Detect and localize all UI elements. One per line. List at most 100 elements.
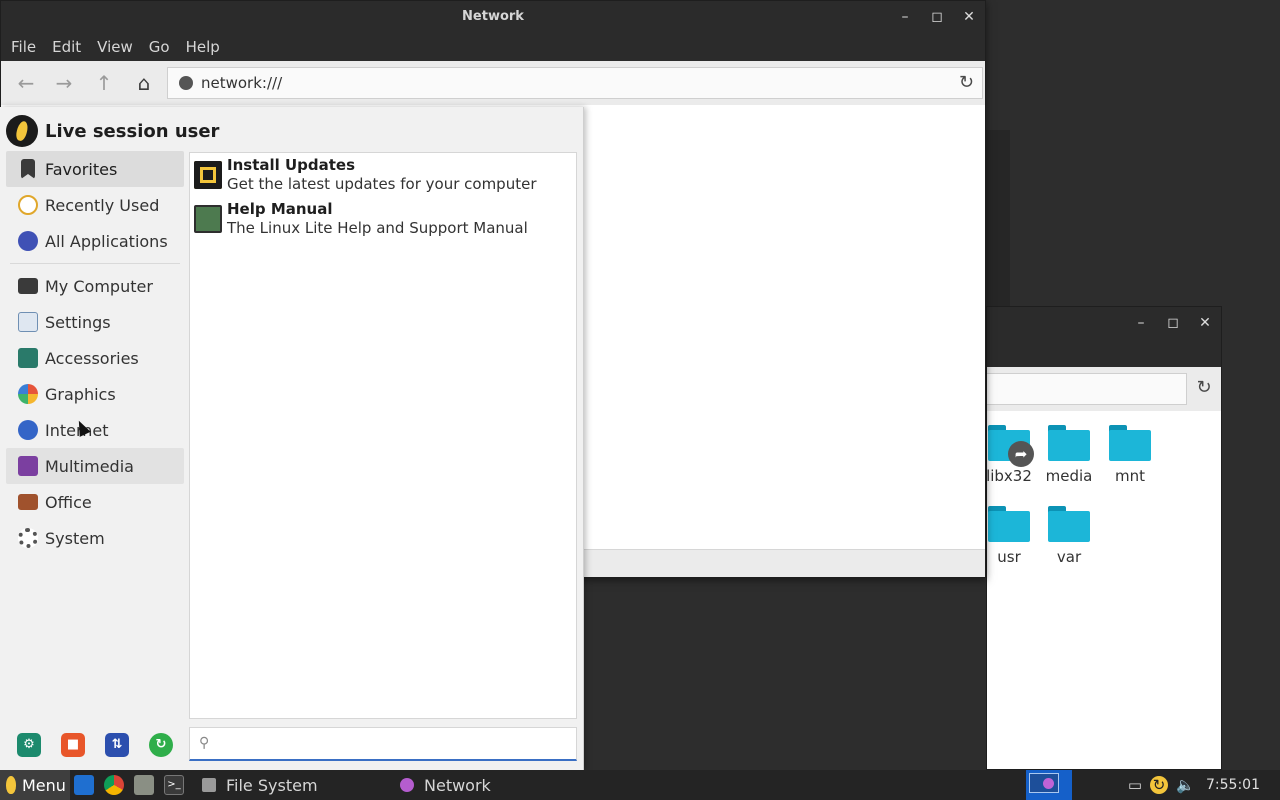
category-multimedia[interactable]: Multimedia (6, 448, 184, 484)
user-avatar (6, 115, 38, 147)
fs-menubar (987, 339, 1221, 367)
desktop-launcher-icon[interactable] (74, 775, 94, 795)
network-titlebar[interactable]: Network – ◻ ✕ (1, 1, 985, 33)
category-graphics[interactable]: Graphics (6, 376, 184, 412)
multimedia-icon (18, 456, 38, 476)
window-title: Network (462, 9, 524, 24)
network-location-icon (179, 76, 193, 90)
category-favorites[interactable]: Favorites (6, 151, 184, 187)
task-network[interactable]: Network (400, 770, 491, 800)
bookmark-icon (21, 159, 35, 179)
forward-arrow-icon[interactable]: → (52, 71, 76, 95)
task-file-system[interactable]: File System (202, 770, 318, 800)
apps-icon (18, 231, 38, 251)
maximize-icon[interactable]: ◻ (1157, 307, 1189, 339)
volume-icon[interactable]: 🔈 (1176, 776, 1195, 794)
fs-address-bar[interactable] (987, 373, 1187, 405)
menu-label: Menu (22, 775, 66, 795)
globe-icon (18, 420, 38, 440)
close-icon[interactable]: ✕ (1189, 307, 1221, 339)
app-install-updates[interactable]: Install Updates Get the latest updates f… (190, 153, 576, 197)
network-icon (400, 778, 414, 792)
menu-file[interactable]: File (11, 38, 36, 56)
accessories-icon (18, 348, 38, 368)
separator (10, 263, 180, 264)
folder-icon (1048, 425, 1090, 461)
category-label: Recently Used (45, 195, 160, 215)
address-text: network:/// (201, 74, 283, 92)
menu-view[interactable]: View (97, 38, 133, 56)
folder-item[interactable]: mnt (1100, 425, 1160, 485)
clock-icon (18, 195, 38, 215)
category-all-applications[interactable]: All Applications (6, 223, 184, 259)
category-my-computer[interactable]: My Computer (6, 268, 184, 304)
lock-screen-icon[interactable]: ■ (61, 733, 85, 757)
help-manual-icon (194, 205, 222, 233)
category-settings[interactable]: Settings (6, 304, 184, 340)
folder-icon (988, 506, 1030, 542)
updates-tray-icon[interactable]: ↻ (1150, 776, 1168, 794)
category-label: Multimedia (45, 456, 134, 476)
fs-titlebar[interactable]: – ◻ ✕ (987, 307, 1221, 339)
back-arrow-icon[interactable]: ← (14, 71, 38, 95)
settings-action-icon[interactable]: ⚙ (17, 733, 41, 757)
search-input[interactable] (224, 732, 564, 756)
briefcase-icon (18, 494, 38, 510)
folder-label: libx32 (986, 467, 1032, 485)
menu-button[interactable]: Menu (0, 770, 70, 800)
folder-icon (1048, 506, 1090, 542)
app-title: Help Manual (227, 200, 333, 218)
up-arrow-icon[interactable]: ↑ (92, 71, 116, 95)
monitor-icon (18, 278, 38, 294)
category-accessories[interactable]: Accessories (6, 340, 184, 376)
folder-item[interactable]: usr (979, 506, 1039, 566)
graphics-palette-icon (18, 384, 38, 404)
menu-header: Live session user (6, 115, 219, 147)
category-recently-used[interactable]: Recently Used (6, 187, 184, 223)
toolbar: ← → ↑ ⌂ network:/// ↻ (1, 61, 985, 105)
category-label: Accessories (45, 348, 139, 368)
screen-tray-icon[interactable]: ▭ (1126, 776, 1144, 794)
address-bar[interactable]: network:/// ↻ (167, 67, 983, 99)
category-office[interactable]: Office (6, 484, 184, 520)
folder-item[interactable]: media (1039, 425, 1099, 485)
minimize-icon[interactable]: – (889, 1, 921, 33)
linux-lite-logo-icon (6, 776, 16, 794)
files-launcher-icon[interactable] (134, 775, 154, 795)
search-box[interactable]: ⚲ (189, 727, 577, 761)
terminal-launcher-icon[interactable]: >_ (164, 775, 184, 795)
reload-icon[interactable]: ↻ (959, 72, 974, 93)
folder-item[interactable]: ➦ libx32 (979, 425, 1039, 485)
app-description: The Linux Lite Help and Support Manual (227, 219, 528, 237)
maximize-icon[interactable]: ◻ (921, 1, 953, 33)
close-icon[interactable]: ✕ (953, 1, 985, 33)
task-label: File System (226, 775, 318, 795)
browser-launcher-icon[interactable] (104, 775, 124, 795)
category-system[interactable]: System (6, 520, 184, 556)
folder-label: media (1045, 467, 1093, 485)
folder-icon (1109, 425, 1151, 461)
reload-icon[interactable]: ↻ (1193, 377, 1215, 399)
file-system-window: – ◻ ✕ ↻ ➦ libx32 media mnt usr var (986, 306, 1222, 770)
folder-item[interactable]: var (1039, 506, 1099, 566)
network-icon (1043, 778, 1054, 789)
folder-icon: ➦ (988, 425, 1034, 467)
folder-label: var (1056, 548, 1082, 566)
menu-edit[interactable]: Edit (52, 38, 81, 56)
category-label: Office (45, 492, 92, 512)
application-menu: Live session user Favorites Recently Use… (0, 107, 584, 770)
app-title: Install Updates (227, 156, 356, 174)
user-name: Live session user (45, 120, 220, 142)
home-icon[interactable]: ⌂ (132, 71, 156, 95)
category-internet[interactable]: Internet (6, 412, 184, 448)
desktop-shadow (986, 130, 1010, 310)
workspace-switcher[interactable] (1026, 770, 1072, 800)
clock[interactable]: 7:55:01 pm (1206, 770, 1280, 800)
menu-help[interactable]: Help (186, 38, 220, 56)
switch-user-icon[interactable]: ⇅ (105, 733, 129, 757)
minimize-icon[interactable]: – (1125, 307, 1157, 339)
gear-icon (18, 528, 38, 548)
menu-go[interactable]: Go (149, 38, 170, 56)
log-out-icon[interactable]: ↻ (149, 733, 173, 757)
app-help-manual[interactable]: Help Manual The Linux Lite Help and Supp… (190, 197, 576, 241)
